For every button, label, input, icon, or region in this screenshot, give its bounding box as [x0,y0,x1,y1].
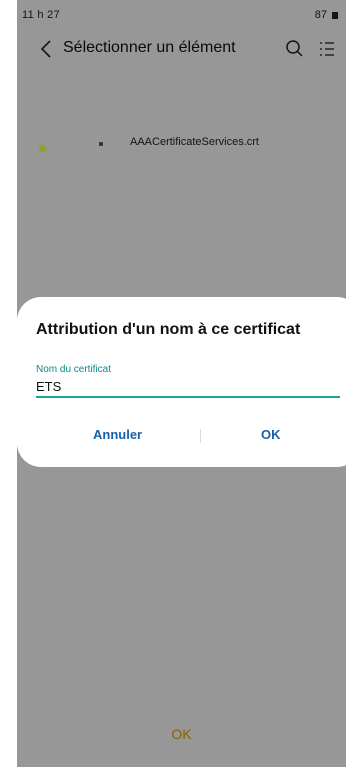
certificate-name-label: Nom du certificat [36,364,112,375]
dialog-actions: Annuler OK [17,417,361,457]
dialog-container: Attribution d'un nom à ce certificat Nom… [17,0,362,767]
certificate-name-input[interactable] [36,376,340,398]
ok-button[interactable]: OK [261,427,281,442]
dialog-title: Attribution d'un nom à ce certificat [36,321,301,338]
rename-certificate-dialog: Attribution d'un nom à ce certificat Nom… [17,297,361,467]
cancel-button[interactable]: Annuler [93,427,142,442]
button-divider [200,429,201,443]
